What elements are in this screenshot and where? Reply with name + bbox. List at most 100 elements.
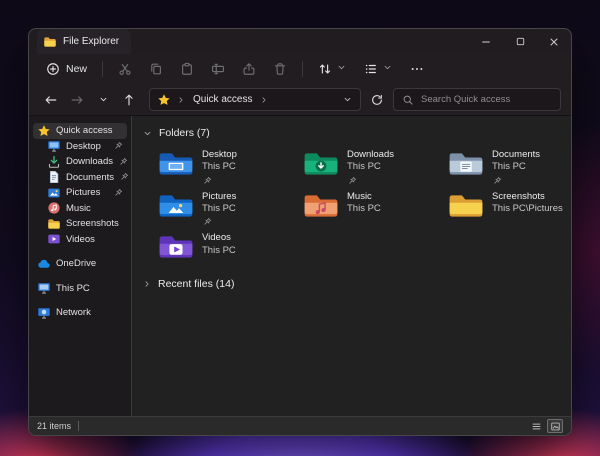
address-breadcrumb[interactable]: Quick access (149, 88, 361, 111)
recent-files-section-header[interactable]: Recent files (14) (140, 278, 567, 290)
refresh-button[interactable] (365, 88, 389, 112)
sidebar-item-desktop[interactable]: Desktop (43, 139, 127, 155)
desktop-mini-icon (47, 139, 61, 153)
folder-location: This PC (347, 161, 394, 173)
folder-location: This PC (202, 245, 236, 257)
paste-button[interactable] (173, 59, 201, 79)
view-button[interactable] (357, 59, 400, 79)
sidebar-item-music[interactable]: Music (43, 201, 127, 217)
folder-name: Documents (492, 149, 540, 161)
forward-button[interactable] (65, 88, 89, 112)
folder-tile-videos[interactable]: Videos This PC (154, 230, 299, 264)
navigation-pane: Quick access Desktop Downloads Documents… (29, 116, 132, 416)
folder-tile-downloads[interactable]: Downloads This PC (299, 147, 444, 188)
folder-name: Desktop (202, 149, 237, 161)
sidebar-item-downloads[interactable]: Downloads (43, 154, 127, 170)
pin-icon (492, 176, 540, 186)
downloads-mini-icon (47, 155, 61, 169)
sidebar-item-network[interactable]: Network (33, 305, 127, 321)
thispc-mini-icon (37, 281, 51, 295)
file-explorer-window: File Explorer New (28, 28, 572, 436)
sidebar-item-label: Screenshots (66, 218, 119, 229)
chevron-right-icon (142, 279, 152, 289)
minimize-button[interactable] (469, 29, 503, 54)
sidebar-item-pictures[interactable]: Pictures (43, 185, 127, 201)
search-icon (401, 93, 415, 107)
folder-tile-screenshots[interactable]: Screenshots This PC\Pictures (444, 189, 572, 230)
recent-files-section-label: Recent files (14) (158, 278, 234, 290)
chevron-right-icon (259, 95, 269, 105)
large-icons-view-toggle[interactable] (547, 419, 563, 433)
details-view-toggle[interactable] (528, 419, 544, 433)
folder-tile-documents[interactable]: Documents This PC (444, 147, 572, 188)
chevron-down-icon (142, 128, 153, 139)
folder-tile-desktop[interactable]: Desktop This PC (154, 147, 299, 188)
status-divider (78, 421, 79, 431)
folder-window-icon (43, 35, 57, 49)
folder-name: Pictures (202, 191, 236, 203)
folder-location: This PC (492, 161, 540, 173)
folder-name: Screenshots (492, 191, 563, 203)
pin-icon (347, 176, 394, 186)
music-mini-icon (47, 201, 61, 215)
copy-button[interactable] (142, 59, 170, 79)
search-input[interactable] (421, 94, 553, 105)
folder-name: Videos (202, 232, 236, 244)
title-bar: File Explorer (29, 29, 571, 54)
breadcrumb-quick-access[interactable]: Quick access (191, 93, 254, 106)
new-button-label: New (66, 63, 87, 75)
pictures-mini-icon (47, 186, 61, 200)
folder-desktop-icon (158, 149, 194, 179)
sidebar-item-documents[interactable]: Documents (43, 170, 127, 186)
onedrive-icon (37, 257, 51, 271)
folders-section-label: Folders (7) (159, 127, 210, 139)
sort-button[interactable] (311, 59, 354, 79)
pin-icon (202, 176, 237, 186)
sidebar-item-quick-access[interactable]: Quick access (33, 123, 127, 139)
sidebar-item-label: Videos (66, 234, 95, 245)
folder-tile-pictures[interactable]: Pictures This PC (154, 189, 299, 230)
explorer-tab[interactable]: File Explorer (37, 29, 131, 54)
videos-mini-icon (47, 232, 61, 246)
sidebar-item-label: Music (66, 203, 91, 214)
new-button[interactable]: New (39, 59, 94, 79)
screenshots-mini-icon (47, 217, 61, 231)
sidebar-item-onedrive[interactable]: OneDrive (33, 256, 127, 272)
maximize-button[interactable] (503, 29, 537, 54)
sidebar-item-screenshots[interactable]: Screenshots (43, 216, 127, 232)
pin-icon (202, 217, 236, 227)
more-options-button[interactable] (403, 59, 431, 79)
sidebar-item-label: This PC (56, 283, 90, 294)
sidebar-item-videos[interactable]: Videos (43, 232, 127, 248)
folder-location: This PC (347, 203, 381, 215)
chevron-down-icon (382, 62, 393, 76)
close-button[interactable] (537, 29, 571, 54)
cut-button[interactable] (111, 59, 139, 79)
network-mini-icon (37, 306, 51, 320)
address-bar-row: Quick access (29, 84, 571, 116)
view-list-icon (364, 62, 378, 76)
window-controls (469, 29, 571, 54)
pin-icon (113, 188, 123, 198)
share-button[interactable] (235, 59, 263, 79)
recent-locations-button[interactable] (91, 88, 115, 112)
delete-button[interactable] (266, 59, 294, 79)
up-button[interactable] (117, 88, 141, 112)
folder-videos-icon (158, 232, 194, 262)
folder-downloads-icon (303, 149, 339, 179)
quick-access-star-icon (157, 93, 171, 107)
folder-location: This PC (202, 161, 237, 173)
search-box[interactable] (393, 88, 561, 111)
chevron-right-icon (176, 95, 186, 105)
folder-tile-music[interactable]: Music This PC (299, 189, 444, 230)
sidebar-item-this-pc[interactable]: This PC (33, 281, 127, 297)
address-dropdown-icon[interactable] (342, 94, 353, 105)
back-button[interactable] (39, 88, 63, 112)
folder-screenshots-icon (448, 191, 484, 221)
folders-section-header[interactable]: Folders (7) (140, 127, 567, 139)
folder-name: Music (347, 191, 381, 203)
sidebar-item-label: Downloads (66, 156, 113, 167)
pin-icon (113, 141, 123, 151)
rename-button[interactable] (204, 59, 232, 79)
sidebar-item-label: Pictures (66, 187, 100, 198)
